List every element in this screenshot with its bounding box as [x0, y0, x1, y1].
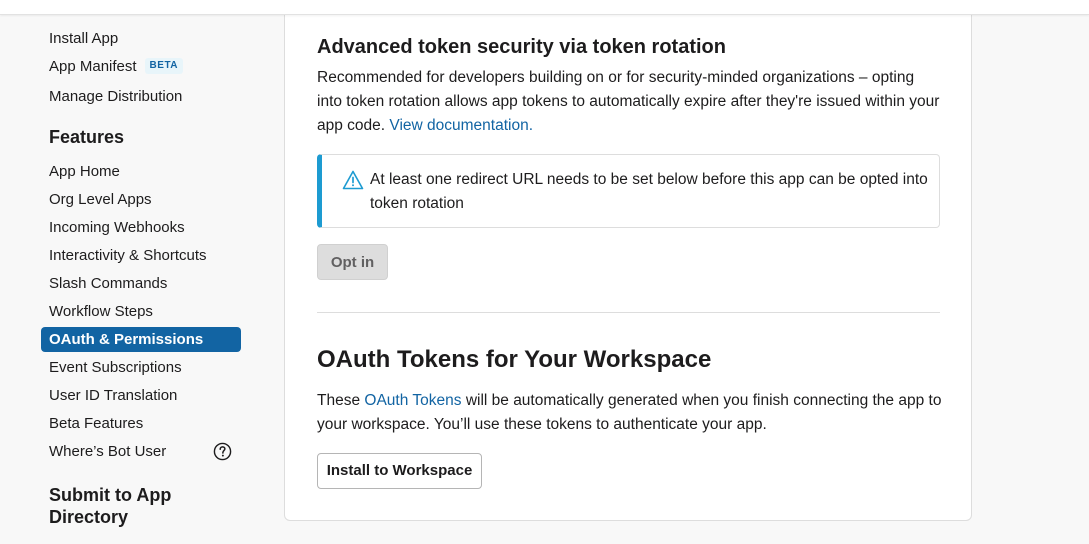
- oauth-tokens-title: OAuth Tokens for Your Workspace: [317, 346, 712, 373]
- oauth-tokens-link[interactable]: OAuth Tokens: [364, 392, 461, 409]
- sidebar-item-label: App Manifest: [49, 58, 137, 75]
- submit-heading-line2: Directory: [49, 507, 129, 527]
- sidebar-item-app-manifest[interactable]: App Manifest BETA: [41, 54, 241, 79]
- token-rotation-title: Advanced token security via token rotati…: [317, 36, 726, 58]
- redirect-url-alert: At least one redirect URL needs to be se…: [317, 154, 940, 228]
- sidebar-item-org-level-apps[interactable]: Org Level Apps: [41, 187, 241, 212]
- install-to-workspace-button[interactable]: Install to Workspace: [317, 453, 482, 489]
- sidebar-item-user-id-translation[interactable]: User ID Translation: [41, 383, 241, 408]
- question-circle-icon[interactable]: [213, 442, 232, 461]
- submit-heading-line1: Submit to App: [49, 485, 172, 505]
- opt-in-button[interactable]: Opt in: [317, 244, 388, 280]
- sidebar-item-event-subscriptions[interactable]: Event Subscriptions: [41, 355, 241, 380]
- submit-heading: Submit to App Directory: [49, 484, 171, 528]
- sidebar: Socket Mode Install App App ManifestBETA…: [0, 0, 262, 544]
- sidebar-item-slash-commands[interactable]: Slash Commands: [41, 271, 241, 296]
- sidebar-item-wheres-bot-user[interactable]: Where’s Bot User: [41, 439, 241, 464]
- beta-badge: BETA: [144, 58, 184, 75]
- sidebar-item-oauth-permissions[interactable]: OAuth & Permissions: [41, 327, 241, 352]
- alert-message: At least one redirect URL needs to be se…: [370, 171, 928, 212]
- sidebar-item-install-app[interactable]: Install App: [41, 26, 241, 51]
- sidebar-item-interactivity[interactable]: Interactivity & Shortcuts: [41, 243, 241, 268]
- token-rotation-description: Recommended for developers building on o…: [317, 66, 942, 138]
- sidebar-item-incoming-webhooks[interactable]: Incoming Webhooks: [41, 215, 241, 240]
- section-divider: [317, 312, 940, 313]
- top-bar: [0, 0, 1089, 15]
- features-heading: Features: [49, 127, 125, 147]
- warning-triangle-icon: [342, 170, 364, 190]
- sidebar-item-app-home[interactable]: App Home: [41, 159, 241, 184]
- sidebar-item-manage-distribution[interactable]: Manage Distribution: [41, 84, 241, 109]
- sidebar-item-workflow-steps[interactable]: Workflow Steps: [41, 299, 241, 324]
- oauth-tokens-description: These OAuth Tokens will be automatically…: [317, 389, 942, 437]
- view-documentation-link[interactable]: View documentation.: [389, 117, 533, 134]
- oauth-text-before: These: [317, 392, 361, 409]
- sidebar-item-beta-features[interactable]: Beta Features: [41, 411, 241, 436]
